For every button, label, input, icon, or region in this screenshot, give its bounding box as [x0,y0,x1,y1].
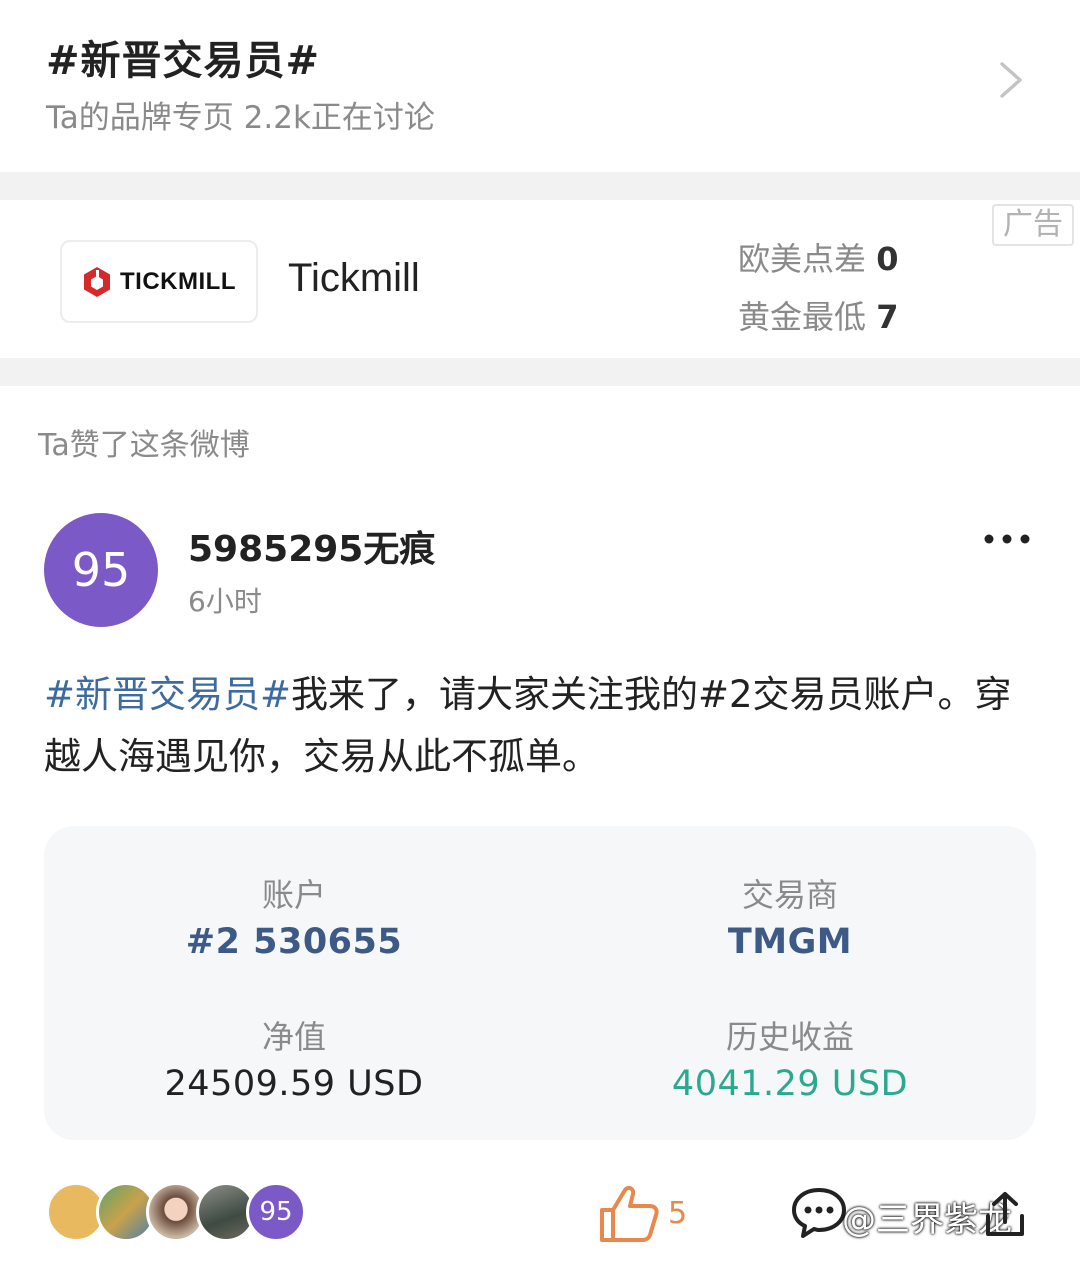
post-time: 6小时 [188,585,262,618]
profit-stat: 历史收益 4041.29 USD [580,1012,1000,1104]
ad-card[interactable]: TICKMILL Tickmill 欧美点差 0 黄金最低 7 广告 [0,200,1080,358]
account-value: #2 530655 [185,922,403,962]
profit-label: 历史收益 [725,1018,854,1056]
account-card[interactable]: 账户 #2 530655 交易商 TMGM 净值 24509.59 USD 历史… [44,826,1036,1140]
broker-value: TMGM [727,922,853,962]
equity-value: 24509.59 USD [164,1064,424,1104]
account-stat: 账户 #2 530655 [84,870,504,962]
account-label: 账户 [261,876,326,914]
ad-stats: 欧美点差 0 黄金最低 7 [738,230,898,346]
likers-avatars[interactable]: 95 [46,1182,326,1242]
topic-subtitle: Ta的品牌专页 2.2k正在讨论 [46,100,435,136]
topic-title: #新晋交易员# [46,38,321,84]
broker-label: 交易商 [741,876,838,914]
brand-name: Tickmill [288,256,420,300]
thumbs-up-icon[interactable] [598,1184,660,1244]
avatar[interactable]: 95 [44,513,158,627]
topic-card[interactable]: #新晋交易员# Ta的品牌专页 2.2k正在讨论 [0,0,1080,172]
section-divider [0,172,1080,200]
post-text: #新晋交易员#我来了，请大家关注我的#2交易员账户。穿越人海遇见你，交易从此不孤… [44,664,1034,788]
share-icon[interactable] [980,1190,1030,1240]
tickmill-logo-icon [84,266,110,297]
liked-note: Ta赞了这条微博 [38,428,250,463]
comment-icon[interactable] [790,1186,848,1240]
post-footer: 95 5 @三界紫龙 [0,1170,1080,1270]
liker-avatar: 95 [246,1182,306,1242]
equity-stat: 净值 24509.59 USD [84,1012,504,1104]
brand-logo-text: TICKMILL [120,267,236,295]
section-divider [0,358,1080,386]
post-hashtag-link[interactable]: #新晋交易员# [44,673,291,716]
ad-stat-gold: 黄金最低 7 [738,298,899,336]
like-count: 5 [668,1196,688,1231]
equity-label: 净值 [261,1018,326,1056]
brand-logo: TICKMILL [60,240,258,323]
more-options-icon[interactable] [982,530,1032,548]
profit-value: 4041.29 USD [671,1064,909,1104]
ad-label-badge: 广告 [992,204,1074,246]
chevron-right-icon[interactable] [990,58,1030,102]
username[interactable]: 5985295无痕 [188,520,435,572]
ad-stat-spread: 欧美点差 0 [738,240,899,278]
broker-stat: 交易商 TMGM [580,870,1000,962]
